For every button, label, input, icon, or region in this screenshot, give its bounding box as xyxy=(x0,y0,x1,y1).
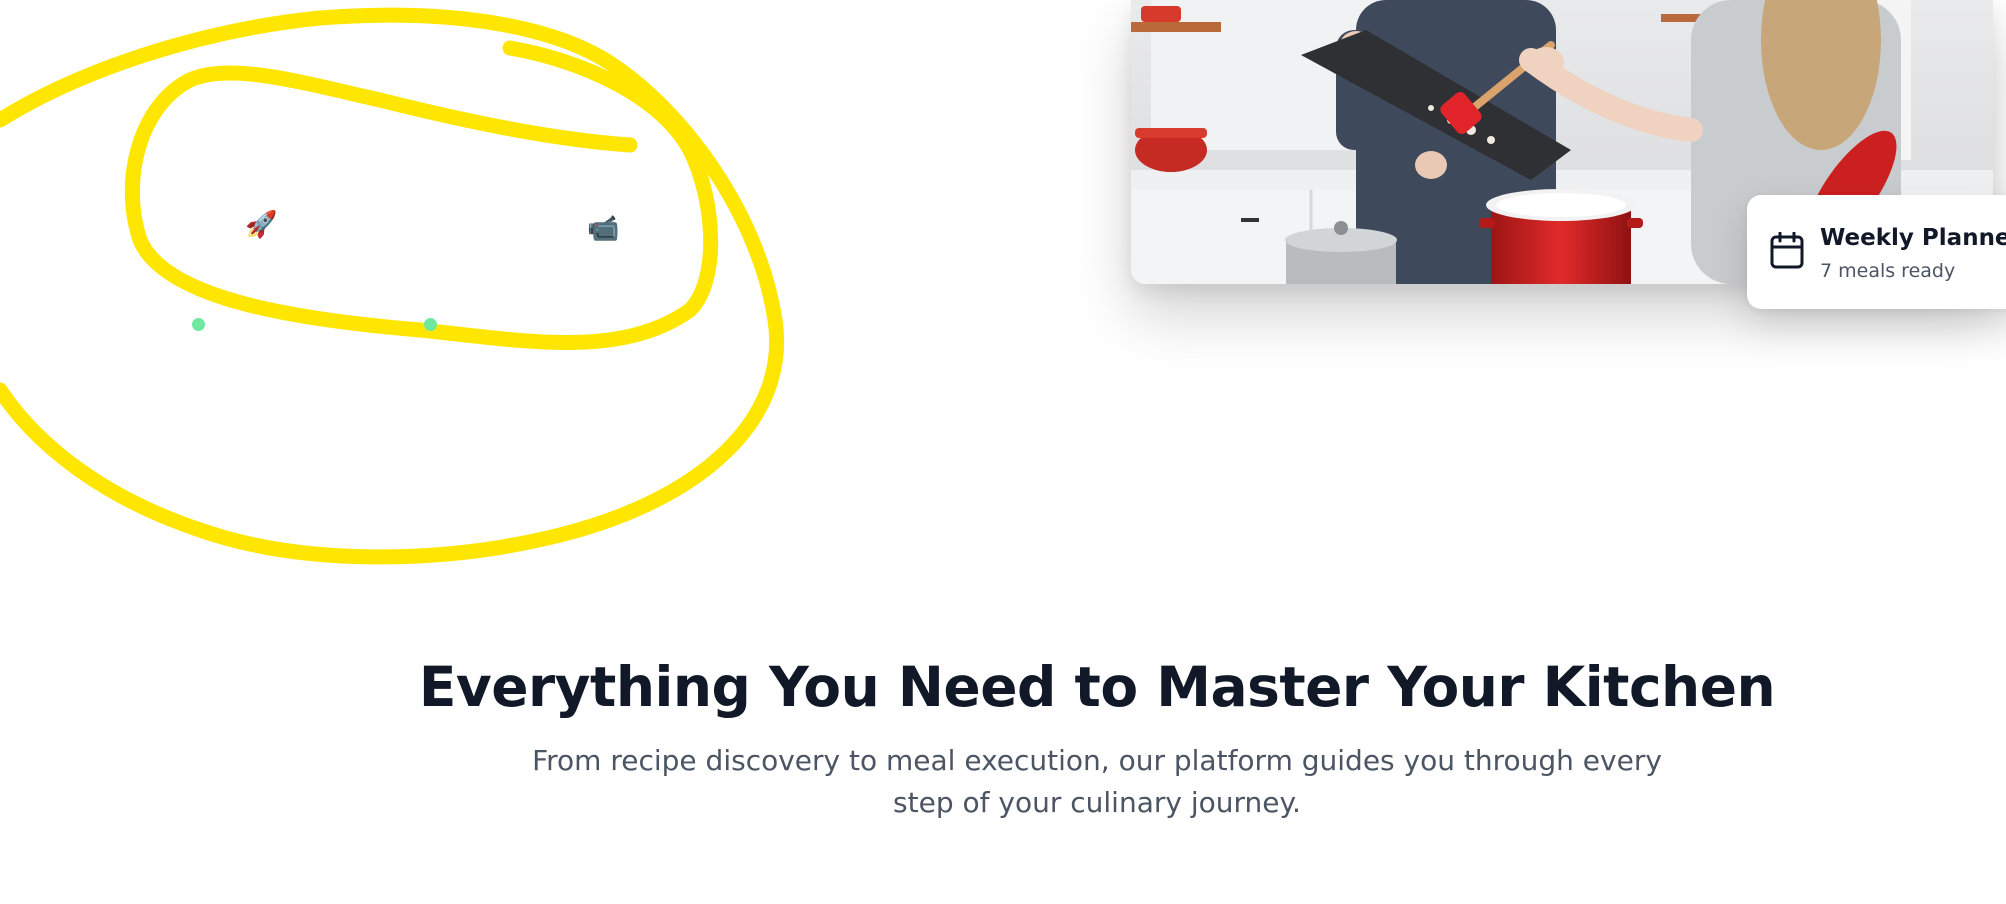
section-subtitle: From recipe discovery to meal execution,… xyxy=(532,744,1662,819)
card-subtitle: 7 meals ready xyxy=(1820,260,1956,282)
annotation-dot xyxy=(192,318,205,331)
calendar-icon xyxy=(1770,232,1804,269)
video-camera-icon[interactable]: 📹 xyxy=(587,216,619,242)
weekly-planned-card[interactable]: Weekly Planned 7 meals ready xyxy=(1747,195,2006,309)
section-title: Everything You Need to Master Your Kitch… xyxy=(418,655,1776,719)
annotation-dot xyxy=(424,318,437,331)
rocket-icon[interactable]: 🚀 xyxy=(245,212,277,238)
card-title: Weekly Planned xyxy=(1820,225,2006,251)
annotation-scribble xyxy=(0,7,784,565)
